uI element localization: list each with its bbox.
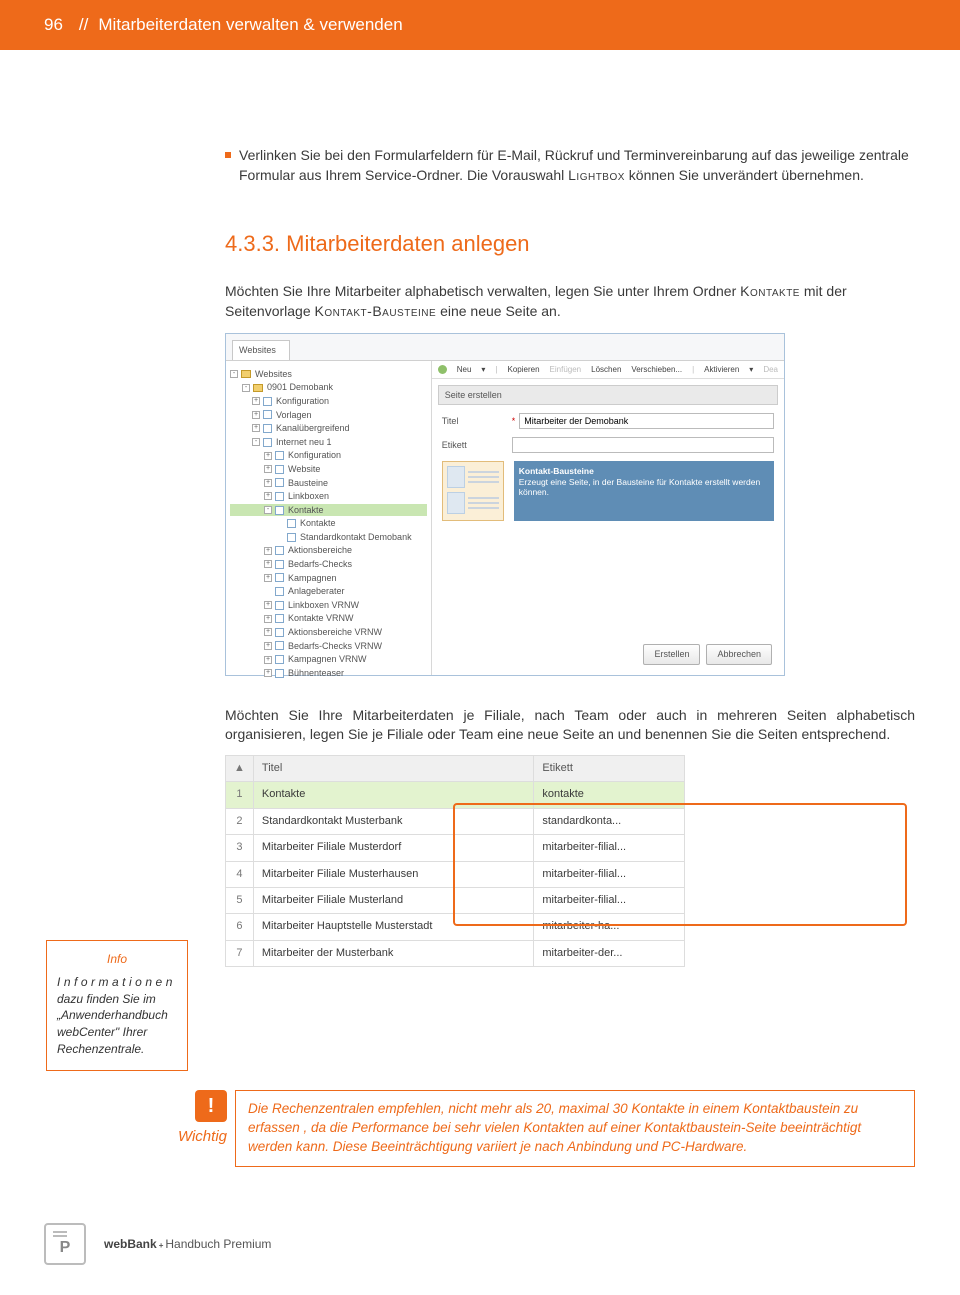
tree-node[interactable]: -0901 Demobank <box>230 381 427 394</box>
tree-node[interactable]: +Bausteine <box>230 477 427 490</box>
wichtig-text: Die Rechenzentralen empfehlen, nicht meh… <box>235 1090 915 1167</box>
table-row[interactable]: 1Kontaktekontakte <box>226 782 685 808</box>
refresh-icon[interactable] <box>438 365 447 374</box>
footer-plus: + <box>159 1241 164 1250</box>
tree-node[interactable]: +Bedarfs-Checks VRNW <box>230 640 427 653</box>
avatar-icon <box>447 466 465 488</box>
col-num: ▲ <box>226 755 254 781</box>
bullet-text-b: können Sie unverändert übernehmen. <box>625 167 864 183</box>
page-list-table: ▲ Titel Etikett 1Kontaktekontakte2Standa… <box>225 755 685 967</box>
table-row[interactable]: 7Mitarbeiter der Musterbankmitarbeiter-d… <box>226 940 685 966</box>
table-row[interactable]: 6Mitarbeiter Hauptstelle Musterstadtmita… <box>226 914 685 940</box>
toolbar-dea[interactable]: Dea <box>763 364 778 375</box>
page-footer: P webBank+ Handbuch Premium <box>44 1223 271 1265</box>
toolbar-loeschen[interactable]: Löschen <box>591 364 621 375</box>
table-figure-wrap: ▲ Titel Etikett 1Kontaktekontakte2Standa… <box>225 745 685 967</box>
toolbar-kopieren[interactable]: Kopieren <box>508 364 540 375</box>
tree-node[interactable]: -Internet neu 1 <box>230 436 427 449</box>
tree-node[interactable]: +Linkboxen VRNW <box>230 599 427 612</box>
mid-paragraph: Möchten Sie Ihre Mitarbeiterdaten je Fil… <box>225 706 915 745</box>
page-number: 96 <box>44 15 63 35</box>
tree-node[interactable]: +Bühnenteaser <box>230 667 427 680</box>
tree-node[interactable]: +Konfiguration <box>230 395 427 408</box>
intro-sc2: Kontakt-Bausteine <box>315 303 437 319</box>
input-titel[interactable] <box>519 413 774 429</box>
tree-node[interactable]: +Kampagnen VRNW <box>230 653 427 666</box>
tree-node[interactable]: Anlageberater <box>230 585 427 598</box>
footer-brand: webBank <box>104 1237 157 1251</box>
info-title: Info <box>57 951 177 968</box>
table-row[interactable]: 3Mitarbeiter Filiale Musterdorfmitarbeit… <box>226 835 685 861</box>
template-thumbnail[interactable] <box>442 461 504 521</box>
template-preview-row: Kontakt-Bausteine Erzeugt eine Seite, in… <box>442 461 774 521</box>
bullet-item: Verlinken Sie bei den Formularfeldern fü… <box>225 146 915 185</box>
toolbar-einfuegen[interactable]: Einfügen <box>550 364 582 375</box>
wichtig-label: Wichtig <box>178 1128 227 1145</box>
table-row[interactable]: 4Mitarbeiter Filiale Musterhausenmitarbe… <box>226 861 685 887</box>
exclamation-icon: ! <box>195 1090 227 1122</box>
intro-paragraph: Möchten Sie Ihre Mitarbeiter alphabetisc… <box>225 282 915 321</box>
tree-node[interactable]: -Kontakte <box>230 504 427 517</box>
square-bullet-icon <box>225 152 231 158</box>
info-word-spaced: Informationen <box>57 975 176 989</box>
tree-node[interactable]: +Kanalübergreifend <box>230 422 427 435</box>
label-titel: Titel <box>442 415 512 428</box>
desc-title: Kontakt-Bausteine <box>519 466 594 476</box>
col-titel[interactable]: Titel <box>253 755 533 781</box>
table-row[interactable]: 2Standardkontakt Musterbankstandardkonta… <box>226 808 685 834</box>
required-star: * <box>512 415 516 428</box>
right-panel: Neu▾ | Kopieren Einfügen Löschen Verschi… <box>432 361 784 675</box>
tree-node[interactable]: +Website <box>230 463 427 476</box>
tree-node[interactable]: +Linkboxen <box>230 490 427 503</box>
intro-c: eine neue Seite an. <box>436 303 561 319</box>
tree-panel: -Websites-0901 Demobank+Konfiguration+Vo… <box>226 361 432 675</box>
tab-websites[interactable]: Websites <box>232 340 290 360</box>
label-etikett: Etikett <box>442 439 512 452</box>
toolbar-aktivieren[interactable]: Aktivieren <box>704 364 739 375</box>
info-rest: dazu finden Sie im „Anwenderhandbuch web… <box>57 992 168 1056</box>
form-row-titel: Titel * <box>442 413 774 429</box>
intro-a: Möchten Sie Ihre Mitarbeiter alphabetisc… <box>225 283 740 299</box>
avatar-icon <box>447 492 465 514</box>
table-row[interactable]: 5Mitarbeiter Filiale Musterlandmitarbeit… <box>226 887 685 913</box>
section-number: 4.3.3. <box>225 231 286 256</box>
tree-node[interactable]: +Aktionsbereiche <box>230 544 427 557</box>
bullet-sc: Lightbox <box>568 167 625 183</box>
chapter-title: Mitarbeiterdaten verwalten & verwenden <box>98 15 402 35</box>
p-letter: P <box>60 1239 71 1257</box>
screenshot-create-page: Websites -Websites-0901 Demobank+Konfigu… <box>225 333 785 676</box>
tree-node[interactable]: Kontakte <box>230 517 427 530</box>
section-heading: 4.3.3. Mitarbeiterdaten anlegen <box>225 229 915 260</box>
tree-node[interactable]: -Websites <box>230 368 427 381</box>
tree-node[interactable]: +Kontakte VRNW <box>230 612 427 625</box>
wichtig-block: ! Wichtig Die Rechenzentralen empfehlen,… <box>155 1090 915 1167</box>
footer-tail: Handbuch Premium <box>165 1237 271 1251</box>
tree-node[interactable]: Standardkontakt Demobank <box>230 531 427 544</box>
input-etikett[interactable] <box>512 437 774 453</box>
section-title: Mitarbeiterdaten anlegen <box>286 231 529 256</box>
tree-node[interactable]: +Bedarfs-Checks <box>230 558 427 571</box>
col-etikett[interactable]: Etikett <box>534 755 685 781</box>
desc-body: Erzeugt eine Seite, in der Bausteine für… <box>519 477 760 497</box>
bullet-text: Verlinken Sie bei den Formularfeldern fü… <box>239 146 915 185</box>
premium-badge-icon: P <box>44 1223 86 1265</box>
toolbar: Neu▾ | Kopieren Einfügen Löschen Verschi… <box>432 361 784 379</box>
toolbar-verschieben[interactable]: Verschieben... <box>631 364 682 375</box>
intro-sc1: Kontakte <box>740 283 800 299</box>
form-row-etikett: Etikett <box>442 437 774 453</box>
tree-node[interactable]: +Kampagnen <box>230 572 427 585</box>
main-content: Verlinken Sie bei den Formularfeldern fü… <box>225 50 915 973</box>
header-separator: // <box>79 15 88 35</box>
info-box: Info Informationen dazu finden Sie im „A… <box>46 940 188 1071</box>
create-page-header: Seite erstellen <box>438 385 778 406</box>
toolbar-neu[interactable]: Neu <box>457 364 472 375</box>
template-description: Kontakt-Bausteine Erzeugt eine Seite, in… <box>514 461 774 521</box>
abbrechen-button[interactable]: Abbrechen <box>706 644 772 665</box>
footer-text: webBank+ Handbuch Premium <box>104 1237 271 1251</box>
tree-node[interactable]: +Konfiguration <box>230 449 427 462</box>
page-header: 96 // Mitarbeiterdaten verwalten & verwe… <box>0 0 960 50</box>
tree-node[interactable]: +Vorlagen <box>230 409 427 422</box>
erstellen-button[interactable]: Erstellen <box>643 644 700 665</box>
tree-node[interactable]: +Aktionsbereiche VRNW <box>230 626 427 639</box>
